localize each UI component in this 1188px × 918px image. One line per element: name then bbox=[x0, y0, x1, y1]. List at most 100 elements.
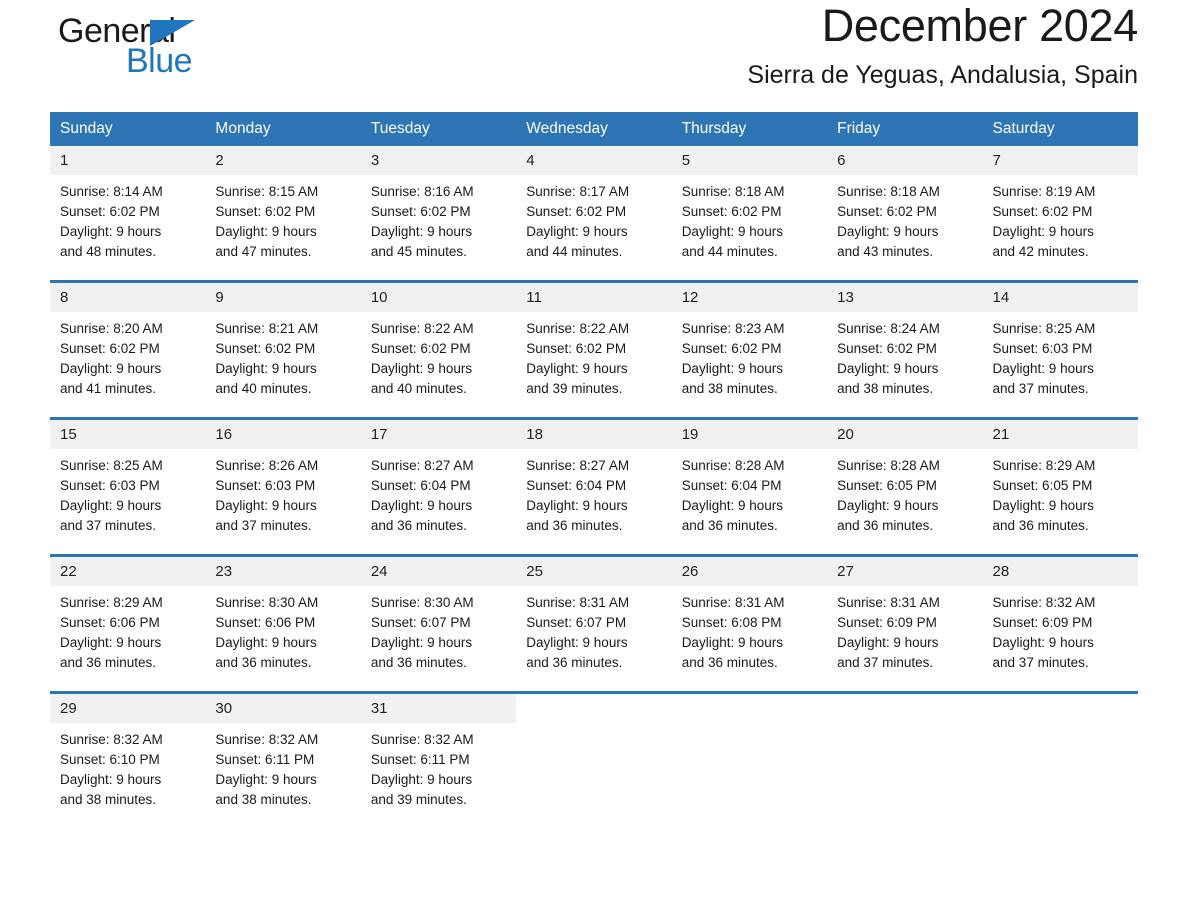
sunrise-text: Sunrise: 8:31 AM bbox=[526, 595, 630, 610]
calendar-day-cell[interactable]: 20 Sunrise: 8:28 AM Sunset: 6:05 PM Dayligh… bbox=[827, 417, 983, 556]
sunrise-text: Sunrise: 8:16 AM bbox=[370, 184, 474, 199]
calendar-day-cell[interactable]: 2 Sunrise: 8:15 AM Sunset: 6:02 PM Daylight… bbox=[205, 146, 361, 282]
daylight-text-line1: Daylight: 9 hours bbox=[681, 361, 783, 376]
calendar-day-cell[interactable]: 29 Sunrise: 8:32 AM Sunset: 6:10 PM Dayligh… bbox=[50, 691, 206, 828]
day-number: 15 bbox=[50, 420, 206, 449]
calendar-day-cell[interactable]: 11 Sunrise: 8:22 AM Sunset: 6:02 PM Dayligh… bbox=[516, 280, 672, 419]
sunset-text: Sunset: 6:07 PM bbox=[370, 615, 471, 630]
calendar-day-cell[interactable]: 24 Sunrise: 8:30 AM Sunset: 6:07 PM Dayligh… bbox=[360, 554, 517, 693]
daylight-text-line1: Daylight: 9 hours bbox=[370, 635, 473, 650]
daylight-text-line2: and 36 minutes. bbox=[526, 518, 623, 533]
calendar-day-cell[interactable]: 15 Sunrise: 8:25 AM Sunset: 6:03 PM Dayligh… bbox=[50, 417, 206, 556]
day-details: Sunrise: 8:31 AM Sunset: 6:07 PM Daylight:… bbox=[516, 586, 671, 673]
day-number: 6 bbox=[827, 146, 983, 175]
day-details: Sunrise: 8:18 AM Sunset: 6:02 PM Daylight:… bbox=[672, 175, 827, 262]
calendar-day-cell[interactable]: 6 Sunrise: 8:18 AM Sunset: 6:02 PM Daylight… bbox=[827, 146, 983, 282]
sunset-text: Sunset: 6:02 PM bbox=[681, 204, 782, 219]
sunset-text: Sunset: 6:07 PM bbox=[526, 615, 627, 630]
calendar-day-cell[interactable]: 30 Sunrise: 8:32 AM Sunset: 6:11 PM Dayligh… bbox=[205, 691, 361, 828]
day-details: Sunrise: 8:31 AM Sunset: 6:08 PM Daylight:… bbox=[672, 586, 827, 673]
calendar-day-cell[interactable]: 4 Sunrise: 8:17 AM Sunset: 6:02 PM Daylight… bbox=[516, 146, 672, 282]
sunrise-text: Sunrise: 8:20 AM bbox=[60, 321, 163, 336]
day-details: Sunrise: 8:27 AM Sunset: 6:04 PM Daylight:… bbox=[361, 449, 516, 536]
daylight-text-line2: and 40 minutes. bbox=[370, 381, 467, 396]
day-details: Sunrise: 8:16 AM Sunset: 6:02 PM Daylight:… bbox=[361, 175, 516, 262]
calendar-day-cell[interactable]: 12 Sunrise: 8:23 AM Sunset: 6:02 PM Dayligh… bbox=[671, 280, 828, 419]
sunrise-text: Sunrise: 8:32 AM bbox=[992, 595, 1096, 610]
calendar-day-cell[interactable]: 13 Sunrise: 8:24 AM Sunset: 6:02 PM Dayligh… bbox=[827, 280, 983, 419]
calendar-day-cell[interactable]: 21 Sunrise: 8:29 AM Sunset: 6:05 PM Dayligh… bbox=[982, 417, 1138, 556]
day-details: Sunrise: 8:19 AM Sunset: 6:02 PM Daylight:… bbox=[983, 175, 1138, 262]
location-subtitle: Sierra de Yeguas, Andalusia, Spain bbox=[747, 61, 1138, 90]
day-details: Sunrise: 8:22 AM Sunset: 6:02 PM Daylight:… bbox=[361, 312, 516, 399]
weekday-header-tuesday: Tuesday bbox=[360, 112, 517, 146]
calendar-day-cell[interactable]: 1 Sunrise: 8:14 AM Sunset: 6:02 PM Daylight… bbox=[50, 146, 206, 282]
sunrise-text: Sunrise: 8:25 AM bbox=[992, 321, 1096, 336]
calendar-day-cell[interactable]: 8 Sunrise: 8:20 AM Sunset: 6:02 PM Daylight… bbox=[50, 280, 206, 419]
sunset-text: Sunset: 6:02 PM bbox=[681, 341, 782, 356]
day-details: Sunrise: 8:32 AM Sunset: 6:11 PM Daylight:… bbox=[205, 723, 360, 810]
day-number: 25 bbox=[516, 557, 672, 586]
sunset-text: Sunset: 6:02 PM bbox=[370, 341, 471, 356]
sunrise-text: Sunrise: 8:29 AM bbox=[60, 595, 163, 610]
daylight-text-line2: and 36 minutes. bbox=[370, 655, 467, 670]
calendar-day-cell[interactable]: 23 Sunrise: 8:30 AM Sunset: 6:06 PM Dayligh… bbox=[205, 554, 361, 693]
daylight-text-line2: and 36 minutes. bbox=[60, 655, 157, 670]
daylight-text-line2: and 37 minutes. bbox=[215, 518, 312, 533]
sunrise-text: Sunrise: 8:15 AM bbox=[215, 184, 319, 199]
daylight-text-line2: and 39 minutes. bbox=[526, 381, 623, 396]
sunset-text: Sunset: 6:08 PM bbox=[681, 615, 782, 630]
sunset-text: Sunset: 6:02 PM bbox=[837, 204, 937, 219]
calendar-day-cell-empty bbox=[671, 691, 828, 828]
calendar-day-cell[interactable]: 10 Sunrise: 8:22 AM Sunset: 6:02 PM Dayligh… bbox=[360, 280, 517, 419]
day-number: 10 bbox=[360, 283, 517, 312]
calendar-day-cell[interactable]: 9 Sunrise: 8:21 AM Sunset: 6:02 PM Daylight… bbox=[205, 280, 361, 419]
day-number: 31 bbox=[360, 694, 517, 723]
daylight-text-line2: and 36 minutes. bbox=[526, 655, 623, 670]
calendar-day-cell[interactable]: 22 Sunrise: 8:29 AM Sunset: 6:06 PM Dayligh… bbox=[50, 554, 206, 693]
daylight-text-line2: and 40 minutes. bbox=[215, 381, 312, 396]
daylight-text-line2: and 48 minutes. bbox=[60, 244, 157, 259]
calendar-day-cell[interactable]: 18 Sunrise: 8:27 AM Sunset: 6:04 PM Dayligh… bbox=[516, 417, 672, 556]
sunset-text: Sunset: 6:04 PM bbox=[526, 478, 627, 493]
sunset-text: Sunset: 6:11 PM bbox=[215, 752, 315, 767]
sunrise-text: Sunrise: 8:28 AM bbox=[837, 458, 940, 473]
daylight-text-line1: Daylight: 9 hours bbox=[992, 224, 1094, 239]
daylight-text-line2: and 36 minutes. bbox=[992, 518, 1089, 533]
calendar-week-row: 22 Sunrise: 8:29 AM Sunset: 6:06 PM Dayligh… bbox=[50, 554, 1138, 693]
weekday-header-friday: Friday bbox=[827, 112, 983, 146]
sunset-text: Sunset: 6:02 PM bbox=[992, 204, 1093, 219]
generalblue-logo[interactable]: General Blue bbox=[50, 10, 250, 88]
calendar-day-cell[interactable]: 28 Sunrise: 8:32 AM Sunset: 6:09 PM Dayligh… bbox=[982, 554, 1138, 693]
calendar-week-row: 8 Sunrise: 8:20 AM Sunset: 6:02 PM Daylight… bbox=[50, 280, 1138, 419]
day-details: Sunrise: 8:25 AM Sunset: 6:03 PM Daylight:… bbox=[983, 312, 1138, 399]
calendar-day-cell[interactable]: 14 Sunrise: 8:25 AM Sunset: 6:03 PM Dayligh… bbox=[982, 280, 1138, 419]
calendar-day-cell[interactable]: 7 Sunrise: 8:19 AM Sunset: 6:02 PM Daylight… bbox=[982, 146, 1138, 282]
day-details: Sunrise: 8:30 AM Sunset: 6:06 PM Daylight:… bbox=[205, 586, 360, 673]
day-number: 16 bbox=[205, 420, 361, 449]
day-details: Sunrise: 8:29 AM Sunset: 6:06 PM Daylight:… bbox=[50, 586, 205, 673]
day-details: Sunrise: 8:18 AM Sunset: 6:02 PM Daylight:… bbox=[827, 175, 982, 262]
calendar-day-cell[interactable]: 19 Sunrise: 8:28 AM Sunset: 6:04 PM Dayligh… bbox=[671, 417, 828, 556]
daylight-text-line2: and 37 minutes. bbox=[837, 655, 934, 670]
day-number: 28 bbox=[982, 557, 1138, 586]
calendar-day-cell[interactable]: 31 Sunrise: 8:32 AM Sunset: 6:11 PM Dayligh… bbox=[360, 691, 517, 828]
daylight-text-line2: and 45 minutes. bbox=[370, 244, 467, 259]
calendar-day-cell[interactable]: 26 Sunrise: 8:31 AM Sunset: 6:08 PM Dayligh… bbox=[671, 554, 828, 693]
day-details: Sunrise: 8:29 AM Sunset: 6:05 PM Daylight:… bbox=[983, 449, 1138, 536]
calendar-day-cell[interactable]: 17 Sunrise: 8:27 AM Sunset: 6:04 PM Dayligh… bbox=[360, 417, 517, 556]
day-number: 21 bbox=[982, 420, 1138, 449]
calendar-day-cell[interactable]: 5 Sunrise: 8:18 AM Sunset: 6:02 PM Daylight… bbox=[671, 146, 828, 282]
day-details: Sunrise: 8:32 AM Sunset: 6:09 PM Daylight:… bbox=[983, 586, 1138, 673]
calendar-day-cell[interactable]: 27 Sunrise: 8:31 AM Sunset: 6:09 PM Dayligh… bbox=[827, 554, 983, 693]
daylight-text-line2: and 44 minutes. bbox=[526, 244, 623, 259]
daylight-text-line1: Daylight: 9 hours bbox=[60, 635, 162, 650]
daylight-text-line1: Daylight: 9 hours bbox=[370, 224, 473, 239]
calendar-day-cell[interactable]: 16 Sunrise: 8:26 AM Sunset: 6:03 PM Dayligh… bbox=[205, 417, 361, 556]
daylight-text-line1: Daylight: 9 hours bbox=[370, 772, 473, 787]
calendar-day-cell[interactable]: 25 Sunrise: 8:31 AM Sunset: 6:07 PM Dayligh… bbox=[516, 554, 672, 693]
day-number: 20 bbox=[827, 420, 983, 449]
sunset-text: Sunset: 6:05 PM bbox=[992, 478, 1093, 493]
day-details: Sunrise: 8:26 AM Sunset: 6:03 PM Daylight:… bbox=[205, 449, 360, 536]
calendar-day-cell[interactable]: 3 Sunrise: 8:16 AM Sunset: 6:02 PM Daylight… bbox=[360, 146, 517, 282]
